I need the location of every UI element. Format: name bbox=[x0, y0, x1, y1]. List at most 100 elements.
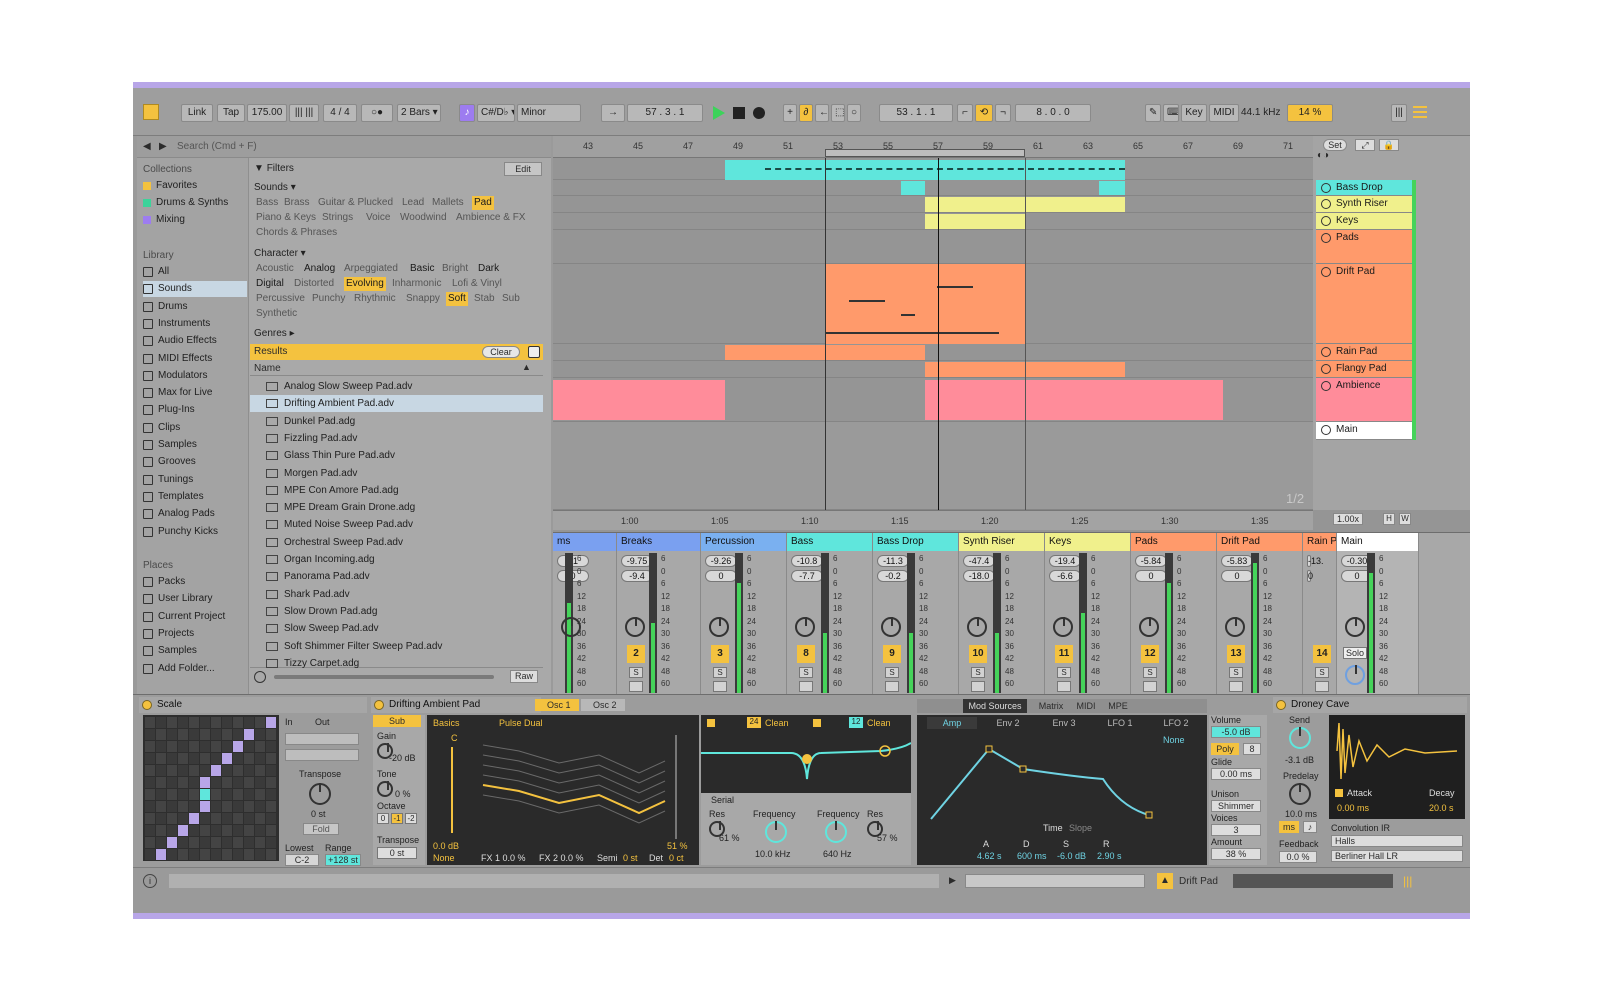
volume-field[interactable]: -11.3 bbox=[877, 555, 909, 567]
filters-toggle[interactable]: ▼ Filters bbox=[254, 163, 294, 174]
expand-icon[interactable]: ⤢ bbox=[1355, 139, 1375, 151]
scale-cell[interactable] bbox=[145, 741, 155, 752]
result-item[interactable]: Shark Pad.adv bbox=[266, 586, 546, 603]
env-tab[interactable]: LFO 1 bbox=[1095, 717, 1145, 729]
scale-cell[interactable] bbox=[211, 777, 221, 788]
pan-field[interactable]: 0 bbox=[557, 570, 589, 582]
character-tag[interactable]: Analog bbox=[302, 262, 337, 276]
overview-icon[interactable]: ||| bbox=[1391, 104, 1407, 122]
lock-icon[interactable]: 🔒 bbox=[1379, 139, 1399, 151]
strip-title[interactable]: ms bbox=[553, 533, 616, 551]
solo-button[interactable]: S bbox=[885, 667, 899, 678]
result-item[interactable]: Glass Thin Pure Pad.adv bbox=[266, 447, 546, 464]
scale-cell[interactable] bbox=[233, 765, 243, 776]
pan-field[interactable]: 0 bbox=[1135, 570, 1167, 582]
pan-field[interactable]: -6.6 bbox=[1049, 570, 1081, 582]
ir-waveform-display[interactable]: Attack Decay 0.00 ms 20.0 s bbox=[1329, 715, 1465, 819]
time-toggle[interactable]: Time bbox=[1043, 823, 1063, 833]
search-input[interactable]: Search (Cmd + F) bbox=[177, 141, 257, 152]
tap-button[interactable]: Tap bbox=[217, 104, 245, 122]
track-lane-bass-drop[interactable] bbox=[553, 180, 1313, 196]
transpose-knob[interactable] bbox=[309, 783, 331, 805]
voices-field[interactable]: 3 bbox=[1211, 824, 1261, 836]
midi-clip-drift-pad[interactable] bbox=[825, 264, 1025, 344]
result-item[interactable]: Orchestral Sweep Pad.adv bbox=[266, 534, 546, 551]
mpe-tab[interactable]: MPE bbox=[1103, 699, 1133, 713]
scale-cell[interactable] bbox=[178, 837, 188, 848]
key-root-select[interactable]: C#/D♭ ▾ bbox=[477, 104, 515, 122]
automation-arm-icon[interactable]: ∂ bbox=[799, 104, 813, 122]
scale-cell[interactable] bbox=[145, 789, 155, 800]
character-filter-heading[interactable]: Character ▾ bbox=[254, 248, 306, 259]
scale-cell[interactable] bbox=[266, 717, 276, 728]
scale-cell[interactable] bbox=[145, 729, 155, 740]
strip-title[interactable]: Main bbox=[1337, 533, 1418, 551]
voices-count-select[interactable]: 8 bbox=[1243, 743, 1261, 755]
track-header-ambience[interactable]: Ambience bbox=[1316, 378, 1412, 422]
result-item[interactable]: Morgen Pad.adv bbox=[266, 465, 546, 482]
ir-category-select[interactable]: Halls bbox=[1331, 835, 1463, 847]
track-fold-icon[interactable] bbox=[1321, 183, 1331, 193]
track-lane-rain-pad[interactable] bbox=[553, 344, 1313, 361]
scale-cell[interactable] bbox=[156, 765, 166, 776]
scale-cell[interactable] bbox=[200, 741, 210, 752]
scale-cell[interactable] bbox=[189, 789, 199, 800]
track-fold-icon[interactable] bbox=[1321, 199, 1331, 209]
volume-field[interactable]: -5.84 bbox=[1135, 555, 1167, 567]
scale-cell[interactable] bbox=[156, 849, 166, 860]
filter1-on-icon[interactable] bbox=[707, 719, 715, 727]
scale-cell[interactable] bbox=[156, 813, 166, 824]
scale-cell[interactable] bbox=[178, 849, 188, 860]
strip-title[interactable]: Breaks bbox=[617, 533, 700, 551]
scale-cell[interactable] bbox=[156, 801, 166, 812]
prev-next-icon[interactable]: ◐◑ bbox=[1317, 150, 1329, 161]
scale-cell[interactable] bbox=[167, 813, 177, 824]
play-button[interactable] bbox=[713, 106, 725, 120]
scale-cell[interactable] bbox=[189, 813, 199, 824]
place-item-projects[interactable]: Projects bbox=[143, 626, 247, 642]
pan-knob[interactable] bbox=[1345, 617, 1365, 637]
scale-cell[interactable] bbox=[200, 729, 210, 740]
solo-button[interactable]: S bbox=[629, 667, 643, 678]
scale-cell[interactable] bbox=[167, 789, 177, 800]
save-search-icon[interactable] bbox=[528, 346, 540, 358]
scale-cell[interactable] bbox=[200, 837, 210, 848]
song-position-field[interactable]: 57 . 3 . 1 bbox=[627, 104, 703, 122]
sound-tag[interactable]: Chords & Phrases bbox=[254, 226, 339, 240]
view-toggle-icon[interactable] bbox=[143, 104, 159, 120]
scale-cell[interactable] bbox=[200, 825, 210, 836]
scale-cell[interactable] bbox=[233, 777, 243, 788]
scale-cell[interactable] bbox=[178, 741, 188, 752]
basics-select[interactable]: Basics bbox=[433, 718, 460, 728]
scale-cell[interactable] bbox=[167, 753, 177, 764]
strip-title[interactable]: Synth Riser bbox=[959, 533, 1044, 551]
scale-cell[interactable] bbox=[167, 729, 177, 740]
character-tag[interactable]: Distorted bbox=[292, 277, 336, 291]
volume-field[interactable]: -5.0 dB bbox=[1211, 726, 1261, 738]
glide-field[interactable]: 0.00 ms bbox=[1211, 768, 1261, 780]
link-button[interactable]: Link bbox=[181, 104, 213, 122]
result-item[interactable]: Soft Shimmer Filter Sweep Pad.adv bbox=[266, 638, 546, 655]
solo-button[interactable]: S bbox=[1143, 667, 1157, 678]
scale-cell[interactable] bbox=[255, 741, 265, 752]
scale-cell[interactable] bbox=[178, 801, 188, 812]
scale-cell[interactable] bbox=[156, 717, 166, 728]
capture-icon[interactable]: ⬚ bbox=[831, 104, 845, 122]
scale-cell[interactable] bbox=[167, 837, 177, 848]
pan-knob[interactable] bbox=[1053, 617, 1073, 637]
filter-display[interactable]: 24 Clean 12 Clean bbox=[701, 715, 911, 793]
scale-cell[interactable] bbox=[189, 741, 199, 752]
scale-cell[interactable] bbox=[211, 789, 221, 800]
track-activator[interactable]: 9 bbox=[883, 645, 901, 663]
waveform-select[interactable]: Pulse Dual bbox=[499, 718, 543, 728]
octave-minus2-button[interactable]: -2 bbox=[405, 813, 417, 824]
track-header-bass-drop[interactable]: Bass Drop bbox=[1316, 180, 1412, 196]
volume-field[interactable]: -10.8 bbox=[791, 555, 823, 567]
octave-minus1-button[interactable]: -1 bbox=[391, 813, 403, 824]
volume-field[interactable]: -19.4 bbox=[1049, 555, 1081, 567]
scale-cell[interactable] bbox=[266, 825, 276, 836]
synth-device-title[interactable]: Drifting Ambient Pad bbox=[371, 697, 541, 713]
reverb-device-title[interactable]: Droney Cave bbox=[1273, 697, 1467, 713]
track-fold-icon[interactable] bbox=[1321, 233, 1331, 243]
attack-on-icon[interactable] bbox=[1335, 789, 1343, 797]
